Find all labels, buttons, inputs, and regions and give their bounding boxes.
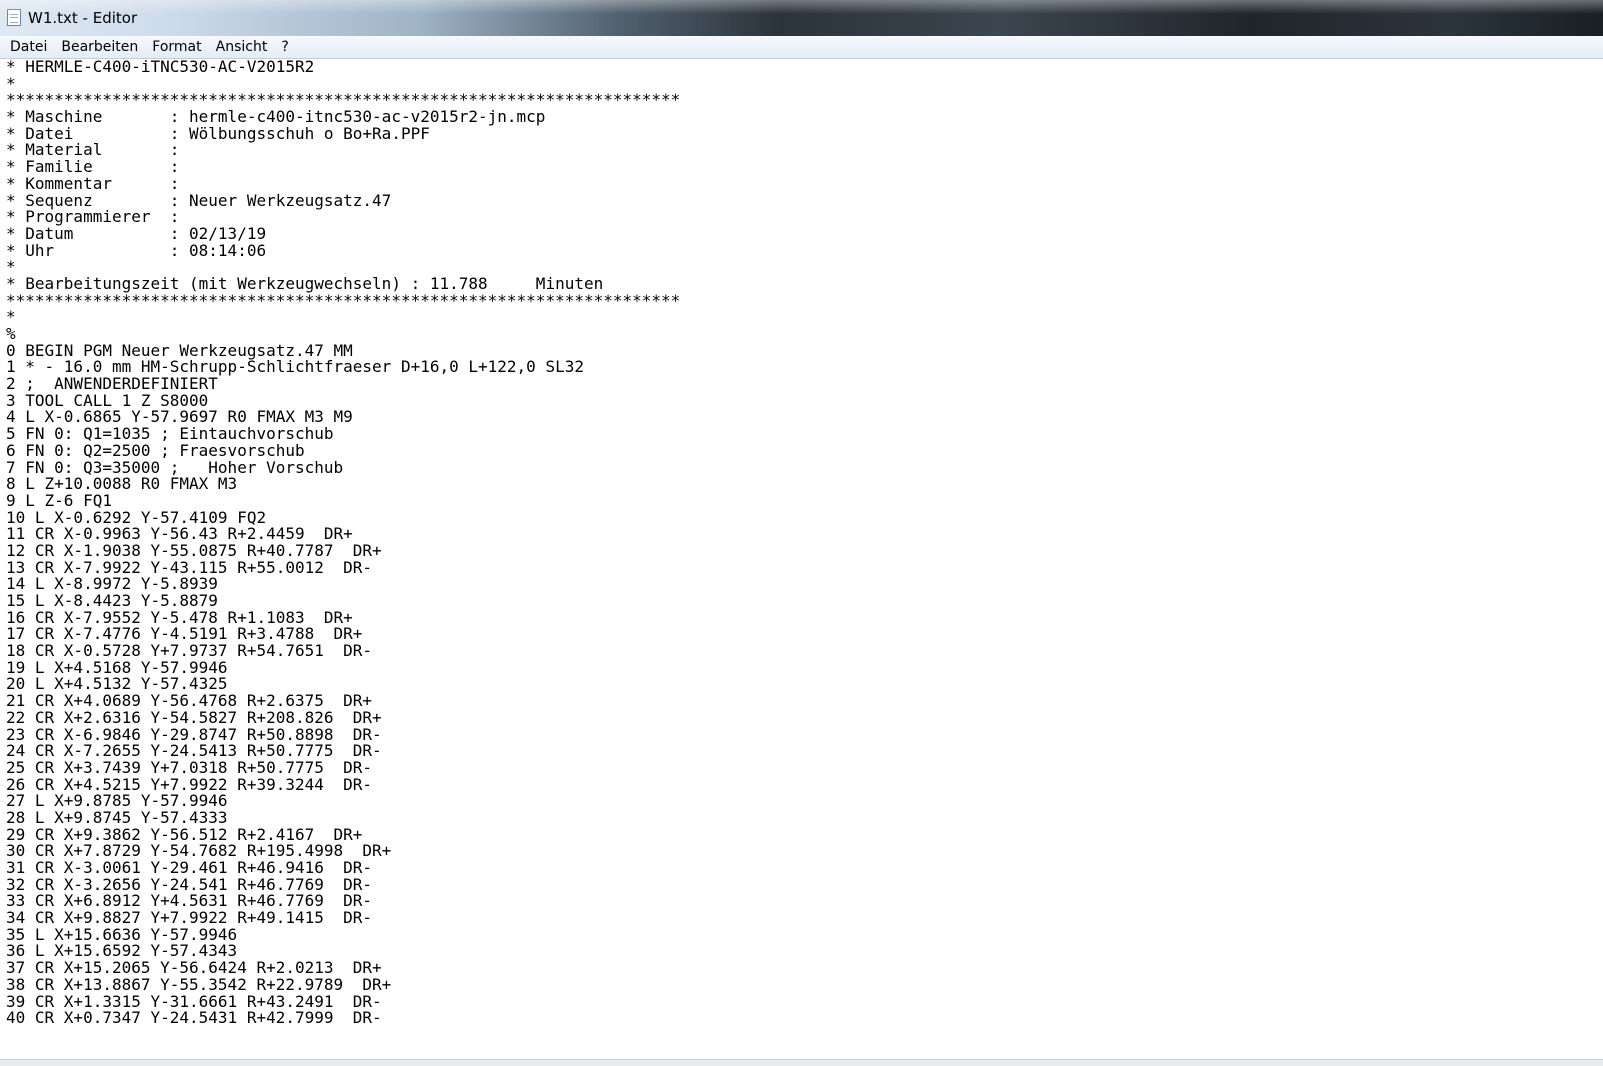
text-line: * Uhr : 08:14:06: [6, 240, 267, 260]
text-line: 8 L Z+10.0088 R0 FMAX M3: [6, 474, 238, 494]
text-line: * Familie :: [6, 157, 180, 177]
menu-datei[interactable]: Datei: [0, 39, 54, 55]
text-line: ****************************************…: [6, 290, 681, 310]
text-line: 14 L X-8.9972 Y-5.8939: [6, 574, 218, 594]
text-editor-area[interactable]: * HERMLE-C400-iTNC530-AC-V2015R2 * *******…: [0, 59, 1603, 1059]
text-line: 1 * - 16.0 mm HM-Schrupp-Schlichtfraeser…: [6, 357, 584, 377]
text-line: 35 L X+15.6636 Y-57.9946: [6, 924, 238, 944]
text-line: 18 CR X-0.5728 Y+7.9737 R+54.7651 DR-: [6, 641, 373, 661]
text-line: *: [6, 307, 16, 327]
menu-bearbeiten[interactable]: Bearbeiten: [54, 39, 145, 55]
text-line: 13 CR X-7.9922 Y-43.115 R+55.0012 DR-: [6, 557, 373, 577]
text-line: 34 CR X+9.8827 Y+7.9922 R+49.1415 DR-: [6, 908, 373, 928]
text-line: * Datei : Wölbungsschuh o Bo+Ra.PPF: [6, 123, 430, 143]
title-bar[interactable]: W1.txt - Editor: [0, 0, 1603, 36]
text-line: 40 CR X+0.7347 Y-24.5431 R+42.7999 DR-: [6, 1008, 382, 1028]
text-line: 38 CR X+13.8867 Y-55.3542 R+22.9789 DR+: [6, 974, 392, 994]
text-line: 26 CR X+4.5215 Y+7.9922 R+39.3244 DR-: [6, 774, 373, 794]
menu-help[interactable]: ?: [274, 39, 295, 55]
text-line: 22 CR X+2.6316 Y-54.5827 R+208.826 DR+: [6, 707, 382, 727]
text-line: 27 L X+9.8785 Y-57.9946: [6, 791, 228, 811]
text-line: * Kommentar :: [6, 173, 180, 193]
window-title: W1.txt - Editor: [28, 9, 138, 27]
menu-ansicht[interactable]: Ansicht: [209, 39, 275, 55]
text-line: * Sequenz : Neuer Werkzeugsatz.47: [6, 190, 392, 210]
text-line: 6 FN 0: Q2=2500 ; Fraesvorschub: [6, 440, 305, 460]
text-line: * Material :: [6, 140, 180, 160]
notepad-icon: [7, 9, 21, 26]
text-line: 2 ; ANWENDERDEFINIERT: [6, 374, 218, 394]
menu-bar: Datei Bearbeiten Format Ansicht ?: [0, 36, 1603, 59]
text-line: 7 FN 0: Q3=35000 ; Hoher Vorschub: [6, 457, 344, 477]
text-line: * HERMLE-C400-iTNC530-AC-V2015R2: [6, 59, 315, 76]
text-line: 19 L X+4.5168 Y-57.9946: [6, 657, 228, 677]
menu-format[interactable]: Format: [145, 39, 208, 55]
